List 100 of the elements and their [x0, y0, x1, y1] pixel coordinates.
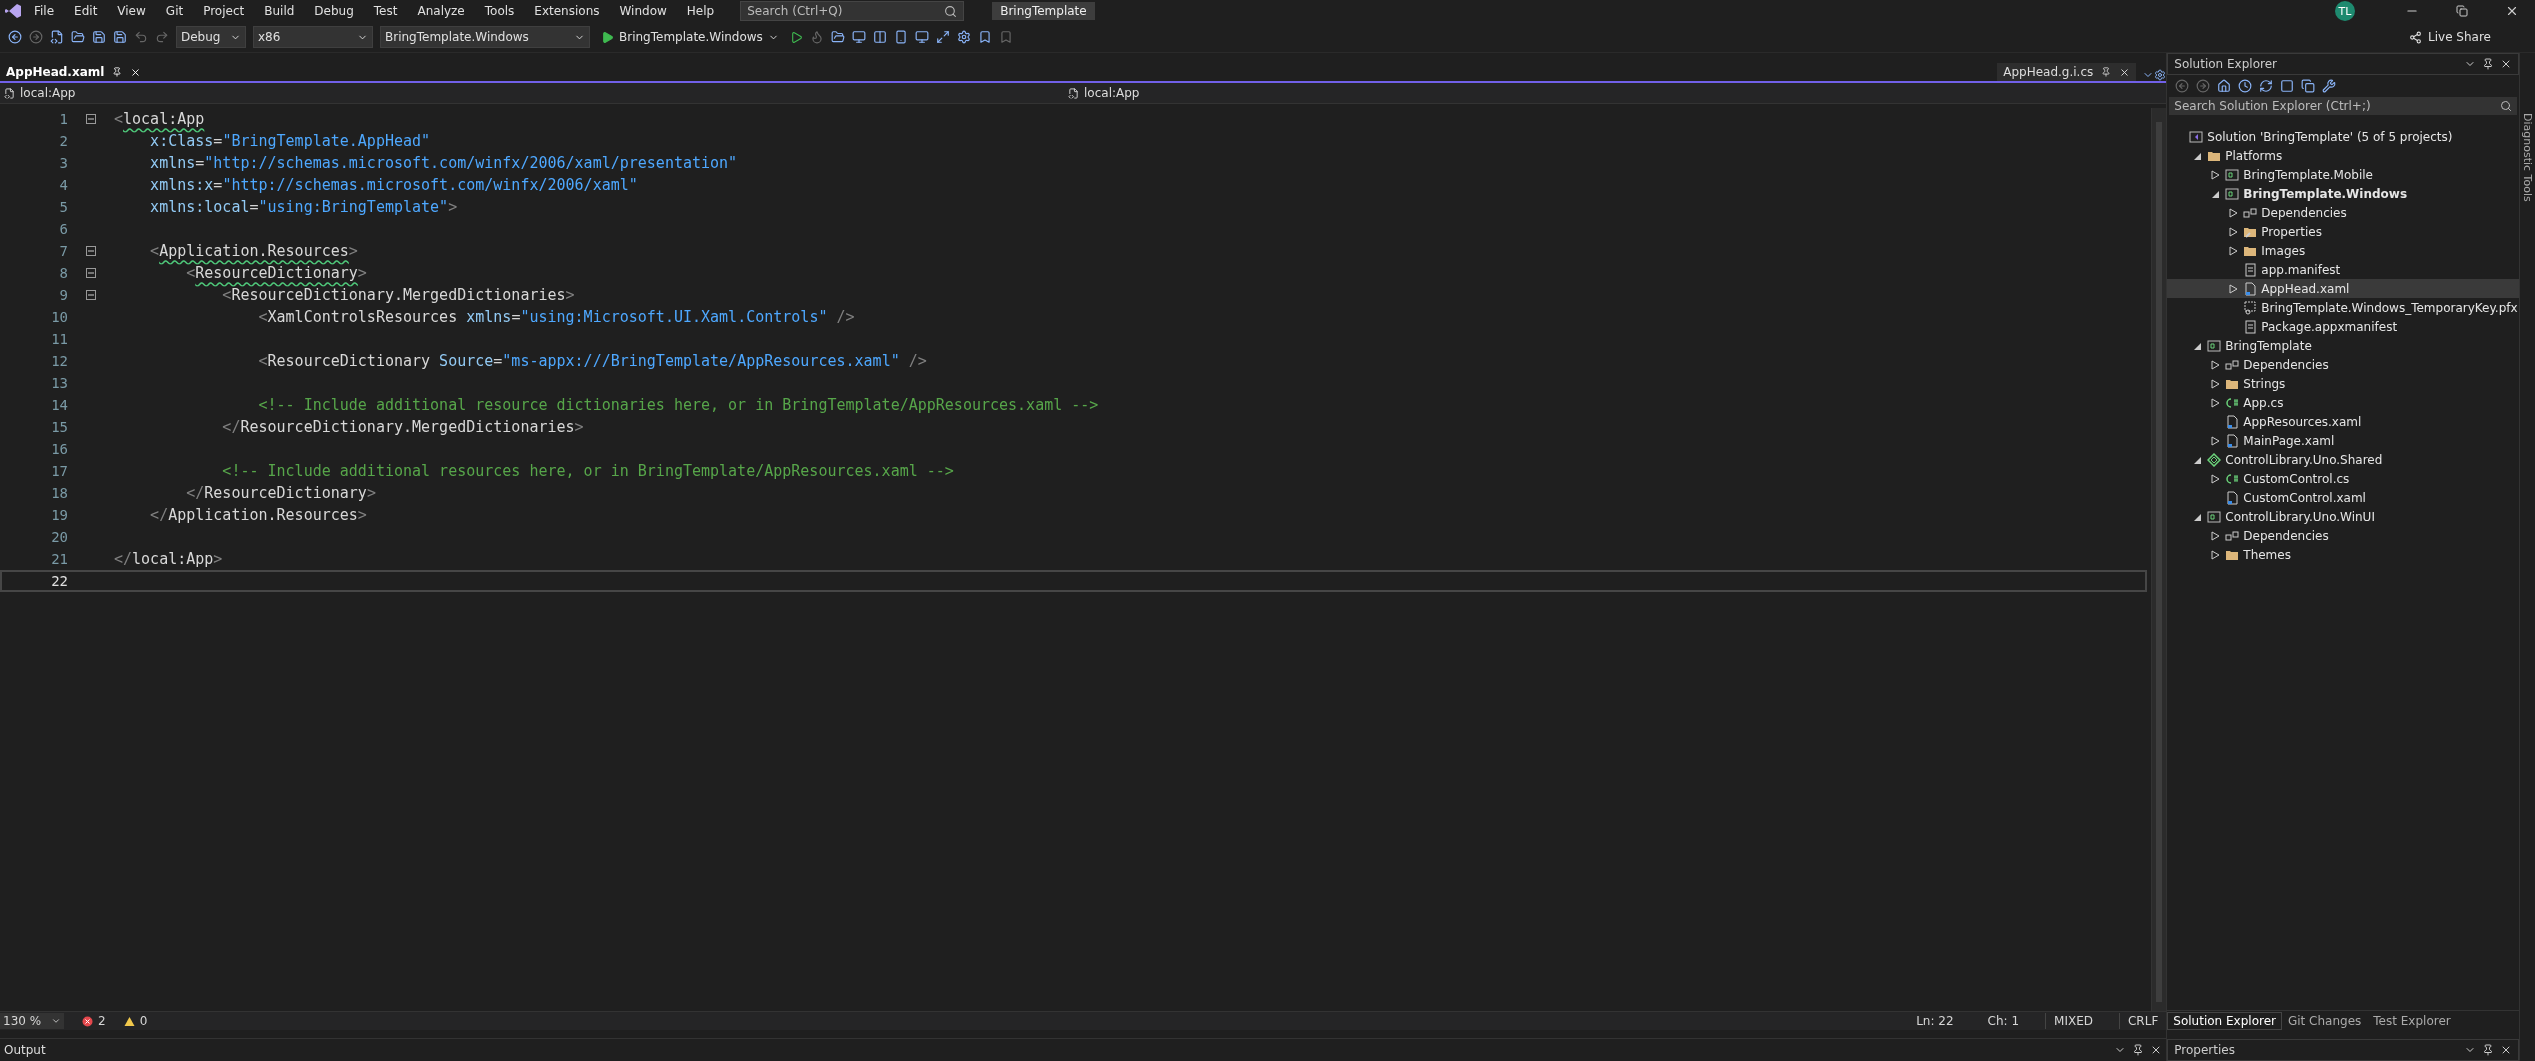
menu-item[interactable]: Window — [611, 4, 675, 18]
error-count[interactable]: 2 — [82, 1014, 106, 1028]
menu-item[interactable]: Extensions — [526, 4, 608, 18]
restore-icon[interactable] — [2456, 5, 2468, 17]
type-dropdown[interactable]: local:App — [0, 86, 1064, 100]
new-item-icon[interactable] — [50, 30, 64, 44]
menu-item[interactable]: View — [109, 4, 154, 18]
save-icon[interactable] — [92, 30, 106, 44]
configuration-dropdown[interactable]: Debug — [176, 26, 246, 48]
preview-tab[interactable]: AppHead.g.i.cs — [1997, 63, 2137, 81]
start-debugging-button[interactable]: BringTemplate.Windows — [597, 30, 783, 44]
home-icon[interactable] — [2217, 79, 2232, 93]
collapsed-arrow-icon[interactable] — [2210, 530, 2220, 541]
tree-item[interactable]: Themes — [2167, 545, 2519, 564]
tree-item[interactable]: Dependencies — [2167, 355, 2519, 374]
menu-item[interactable]: Tools — [476, 4, 523, 18]
menu-item[interactable]: Edit — [66, 4, 106, 18]
menu-item[interactable]: Debug — [306, 4, 362, 18]
collapsed-arrow-icon[interactable] — [2210, 435, 2220, 446]
collapsed-arrow-icon[interactable] — [2210, 549, 2220, 560]
collapse-all-icon[interactable] — [2280, 79, 2295, 93]
folder-search-icon[interactable] — [830, 30, 845, 44]
menu-item[interactable]: Project — [195, 4, 253, 18]
tree-item[interactable]: Dependencies — [2167, 203, 2519, 222]
settings-icon[interactable] — [2154, 69, 2167, 81]
forward-icon[interactable] — [29, 30, 43, 44]
tree-item[interactable]: MainPage.xaml — [2167, 431, 2519, 450]
zoom-dropdown[interactable]: 130 % — [0, 1013, 64, 1029]
menu-item[interactable]: Analyze — [409, 4, 473, 18]
scrollbar[interactable] — [2151, 108, 2167, 1011]
line-endings-indicator[interactable]: CRLF — [2119, 1013, 2167, 1029]
live-share-button[interactable]: Live Share — [2403, 29, 2497, 45]
close-icon[interactable] — [2500, 58, 2512, 70]
tree-item[interactable]: BringTemplate — [2167, 336, 2519, 355]
startup-project-dropdown[interactable]: BringTemplate.Windows — [380, 26, 590, 48]
panel-tab[interactable]: Test Explorer — [2367, 1012, 2457, 1030]
history-icon[interactable] — [2238, 79, 2253, 93]
user-avatar[interactable]: TL — [2335, 1, 2355, 21]
tree-item[interactable]: Solution 'BringTemplate' (5 of 5 projects) — [2167, 127, 2519, 146]
search-field[interactable]: Search Solution Explorer (Ctrl+;) — [2169, 97, 2517, 115]
pin-icon[interactable] — [2101, 67, 2112, 77]
search-field[interactable]: Search (Ctrl+Q) — [740, 1, 965, 21]
panel-tab[interactable]: Solution Explorer — [2167, 1012, 2282, 1030]
collapse-icon[interactable] — [86, 268, 96, 278]
wrench-icon[interactable] — [2322, 79, 2337, 93]
tree-item[interactable]: Package.appxmanifest — [2167, 317, 2519, 336]
tree-item[interactable]: app.manifest — [2167, 260, 2519, 279]
tree-item[interactable]: ControlLibrary.Uno.WinUI — [2167, 507, 2519, 526]
redo-icon[interactable] — [155, 30, 169, 44]
collapse-icon[interactable] — [86, 114, 96, 124]
menu-item[interactable]: Test — [365, 4, 406, 18]
tree-item[interactable]: BringTemplate.Windows — [2167, 184, 2519, 203]
tree-item[interactable]: Strings — [2167, 374, 2519, 393]
collapsed-arrow-icon[interactable] — [2210, 359, 2220, 370]
indentation-indicator[interactable]: MIXED — [2045, 1013, 2101, 1029]
collapsed-arrow-icon[interactable] — [2228, 245, 2238, 256]
sync-icon[interactable] — [2259, 79, 2274, 93]
pin-icon[interactable] — [112, 67, 123, 77]
close-icon[interactable] — [2119, 66, 2131, 78]
tree-item[interactable]: ControlLibrary.Uno.Shared — [2167, 450, 2519, 469]
settings-icon[interactable] — [956, 30, 971, 44]
collapsed-arrow-icon[interactable] — [2228, 226, 2238, 237]
menu-item[interactable]: File — [26, 4, 63, 18]
tree-item[interactable]: BringTemplate.Windows_TemporaryKey.pfx — [2167, 298, 2519, 317]
close-icon[interactable] — [2505, 4, 2519, 18]
tree-item[interactable]: CustomControl.xaml — [2167, 488, 2519, 507]
close-icon[interactable] — [130, 66, 142, 78]
collapsed-arrow-icon[interactable] — [2210, 378, 2220, 389]
side-tab[interactable]: Diagnostic Tools — [2521, 113, 2534, 1061]
save-all-icon[interactable] — [113, 30, 127, 44]
layout-icon[interactable] — [872, 30, 887, 44]
device-icon[interactable] — [893, 30, 908, 44]
pin-icon[interactable] — [2482, 1044, 2494, 1056]
play-outline-icon[interactable] — [789, 30, 803, 44]
menu-item[interactable]: Help — [678, 4, 723, 18]
collapsed-arrow-icon[interactable] — [2210, 397, 2220, 408]
collapsed-arrow-icon[interactable] — [2228, 207, 2238, 218]
flame-icon[interactable] — [809, 30, 824, 44]
collapsed-arrow-icon[interactable] — [2210, 169, 2220, 180]
forward-icon[interactable] — [2196, 79, 2211, 93]
bookmark-icon[interactable] — [977, 30, 992, 44]
collapsed-arrow-icon[interactable] — [2228, 283, 2238, 294]
tree-item[interactable]: AppHead.xaml — [2167, 279, 2519, 298]
pin-icon[interactable] — [2482, 58, 2494, 70]
copy-icon[interactable] — [2301, 79, 2316, 93]
tree-item[interactable]: Platforms — [2167, 146, 2519, 165]
resize-icon[interactable] — [935, 30, 950, 44]
search-icon[interactable] — [944, 4, 958, 18]
window-icon[interactable] — [851, 30, 866, 44]
tree-item[interactable]: Images — [2167, 241, 2519, 260]
tree-item[interactable]: AppResources.xaml — [2167, 412, 2519, 431]
menu-item[interactable]: Build — [256, 4, 303, 18]
tree-item[interactable]: BringTemplate.Mobile — [2167, 165, 2519, 184]
collapse-icon[interactable] — [86, 290, 96, 300]
tree-item[interactable]: CustomControl.cs — [2167, 469, 2519, 488]
tree-item[interactable]: Dependencies — [2167, 526, 2519, 545]
collapse-icon[interactable] — [86, 246, 96, 256]
member-dropdown[interactable]: local:App — [1064, 86, 2128, 100]
undo-icon[interactable] — [134, 30, 148, 44]
warning-count[interactable]: 0 — [123, 1014, 148, 1028]
